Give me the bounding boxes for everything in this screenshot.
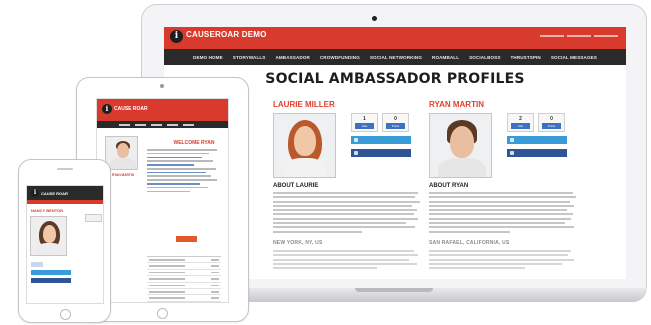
shirt (284, 158, 326, 177)
about-heading: ABOUT RYAN (429, 183, 469, 189)
shirt (110, 158, 136, 169)
shirt (438, 158, 486, 177)
phone-profile-photo (30, 216, 67, 256)
nav-item-ambassador[interactable]: AMBASSADOR (275, 55, 309, 60)
profile-photo (429, 113, 492, 178)
brand-logo[interactable]: i CAUSEROAR DEMO (170, 30, 267, 43)
location-text (273, 250, 421, 271)
like-count: 1 (363, 116, 366, 122)
nav-item[interactable] (135, 123, 146, 126)
tablet-nav (97, 121, 228, 128)
phone-header: i CAUSE ROAR (27, 186, 103, 200)
nav-item-demo-home[interactable]: DEMO HOME (193, 55, 223, 60)
nav-item[interactable] (119, 123, 130, 126)
profile-name[interactable]: RYAN MARTIN (429, 100, 579, 109)
about-text (273, 192, 421, 235)
laptop-notch (355, 288, 433, 292)
face (117, 143, 129, 158)
phone-brand-name: CAUSE ROAR (41, 190, 68, 196)
twitter-button[interactable] (507, 136, 567, 144)
like-button[interactable]: Like (511, 123, 530, 129)
profile-actions: 2 Like 0 Posts (507, 113, 567, 157)
post-counter[interactable]: 0 Posts (538, 113, 565, 132)
twitter-button[interactable] (31, 270, 71, 275)
like-button[interactable]: Like (355, 123, 374, 129)
top-link[interactable] (567, 35, 591, 37)
nav-item-social-messages[interactable]: SOCIAL MESSAGES (551, 55, 597, 60)
tablet-brand-name: CAUSE ROAR (114, 106, 148, 112)
about-text (429, 192, 577, 235)
speaker-slot (57, 168, 73, 170)
nav-item-roamball[interactable]: ROAMBALL (432, 55, 459, 60)
post-counter[interactable]: 0 Posts (382, 113, 409, 132)
like-counter[interactable]: 1 Like (351, 113, 378, 132)
location-text (429, 250, 577, 271)
site-header: i CAUSEROAR DEMO (164, 27, 626, 49)
nav-item-social-networking[interactable]: SOCIAL NETWORKING (370, 55, 422, 60)
main-nav: DEMO HOME STORYWALLS AMBASSADOR CROWDFUN… (164, 49, 626, 65)
brand-icon: i (31, 189, 39, 197)
post-count: 0 (394, 116, 397, 122)
phone-frame: i CAUSE ROAR NANCY BENTON (18, 159, 111, 323)
shirt (36, 243, 63, 255)
brand-icon: i (170, 30, 183, 43)
profile-card: RYAN MARTIN 2 Like 0 Posts ABOUT RYAN SAN … (429, 100, 579, 290)
like-counter[interactable]: 2 Like (507, 113, 534, 132)
posts-button[interactable]: Posts (386, 123, 405, 129)
profile-photo (273, 113, 336, 178)
tablet-welcome: WELCOME RYAN (173, 140, 215, 146)
like-button[interactable] (31, 262, 43, 267)
nav-item[interactable] (167, 123, 178, 126)
facebook-button[interactable] (351, 149, 411, 157)
camera-dot (160, 84, 164, 88)
about-heading: ABOUT LAURIE (273, 183, 319, 189)
nav-item[interactable] (183, 123, 194, 126)
top-link[interactable] (594, 35, 618, 37)
tablet-profile-photo (105, 136, 138, 170)
tablet-screen: i CAUSE ROAR RYAN MARTIN WELCOME RYAN (96, 98, 229, 303)
posts-button[interactable]: Posts (542, 123, 561, 129)
phone-buttons (31, 262, 71, 286)
nav-item[interactable] (151, 123, 162, 126)
top-links (540, 35, 618, 37)
tablet-stats-table (147, 256, 221, 302)
facebook-button[interactable] (507, 149, 567, 157)
tablet-brand[interactable]: i CAUSE ROAR (102, 104, 148, 114)
nav-item-thrustspin[interactable]: THRUSTSPIN (511, 55, 541, 60)
top-link[interactable] (540, 35, 564, 37)
tablet-body-text (147, 149, 225, 194)
face (43, 225, 56, 243)
phone-brand[interactable]: i CAUSE ROAR (31, 189, 68, 197)
twitter-button[interactable] (351, 136, 411, 144)
face (450, 126, 474, 158)
brand-tagline (183, 39, 267, 43)
nav-item-crowdfunding[interactable]: CROWDFUNDING (320, 55, 360, 60)
tablet-action-button[interactable] (176, 236, 197, 242)
brand-name: CAUSEROAR DEMO (186, 30, 267, 39)
home-button[interactable] (157, 308, 168, 319)
tablet-header: i CAUSE ROAR (97, 99, 228, 121)
profiles-grid: LAURIE MILLER 1 Like 0 Posts ABOUT LAURIE … (273, 100, 603, 290)
nav-item-socialboss[interactable]: SOCIALBOSS (469, 55, 500, 60)
profile-actions: 1 Like 0 Posts (351, 113, 411, 157)
profile-location: SAN RAFAEL, CALIFORNIA, US (429, 240, 510, 246)
phone-screen: i CAUSE ROAR NANCY BENTON (26, 185, 104, 304)
phone-red-bar (27, 200, 103, 204)
like-count: 2 (519, 116, 522, 122)
nav-item-storywalls[interactable]: STORYWALLS (233, 55, 266, 60)
post-count: 0 (550, 116, 553, 122)
device-mockup-stage: i CAUSEROAR DEMO DEMO HOME STORYWALLS AM… (0, 0, 651, 325)
profile-location: NEW YORK, NY, US (273, 240, 323, 246)
profile-card: LAURIE MILLER 1 Like 0 Posts ABOUT LAURIE … (273, 100, 423, 290)
profile-name[interactable]: LAURIE MILLER (273, 100, 423, 109)
brand-icon: i (102, 104, 112, 114)
home-button[interactable] (60, 309, 71, 320)
table-row (147, 295, 221, 302)
facebook-button[interactable] (31, 278, 71, 283)
phone-profile-name[interactable]: NANCY BENTON (31, 208, 63, 213)
phone-side-widget[interactable] (85, 214, 102, 222)
face (294, 126, 316, 156)
camera-dot (372, 16, 377, 21)
tablet-section-title (142, 249, 222, 253)
